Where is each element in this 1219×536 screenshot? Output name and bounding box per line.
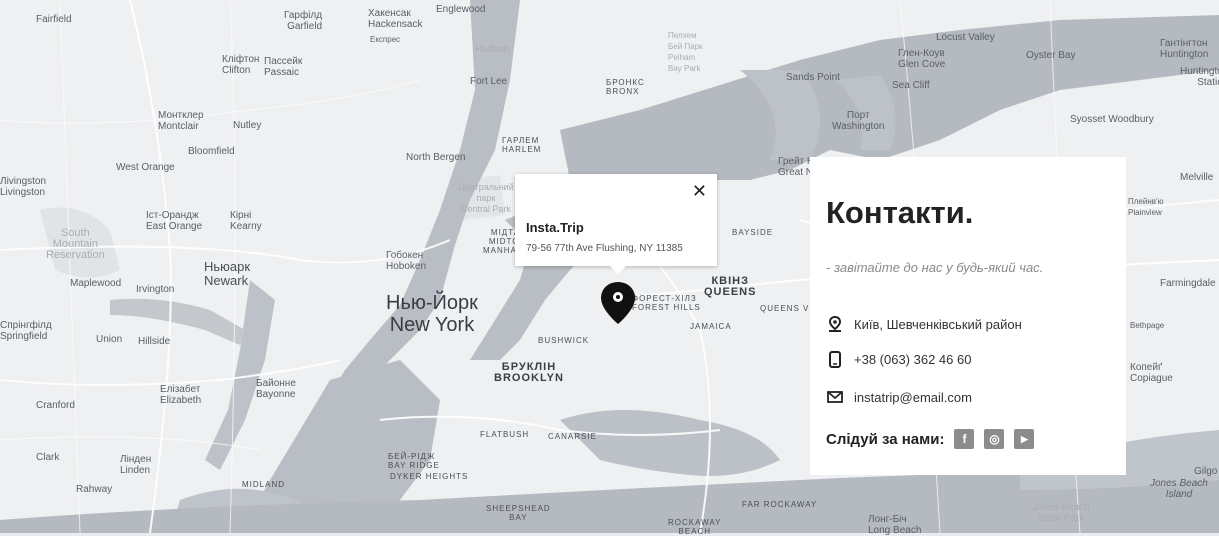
- social-links: Слідуй за нами: f ◎ ▶: [826, 429, 1044, 449]
- map-label-flatbush: FLATBUSH: [480, 430, 530, 439]
- map-label-fairfield: Fairfield: [36, 14, 72, 25]
- map-label-clark: Clark: [36, 452, 60, 463]
- location-popup: ✕ Insta.Trip 79-56 77th Ave Flushing, NY…: [515, 174, 717, 274]
- map-label-bay-ridge: БЕЙ-РІДЖ BAY RIDGE: [388, 452, 440, 470]
- follow-label: Слідуй за нами:: [826, 430, 945, 448]
- map-label-port-washington: Порт Washington: [832, 110, 885, 132]
- map-label-newark: Ньюарк Newark: [204, 259, 251, 288]
- map-label-rahway: Rahway: [76, 484, 113, 495]
- map-label-jamaica: JAMAICA: [690, 322, 732, 331]
- map-label-sheepshead: SHEEPSHEAD BAY: [486, 504, 551, 522]
- map-label-hudson: Hudson: [475, 44, 510, 55]
- mail-icon: [826, 388, 844, 406]
- map-label-oyster-bay: Oyster Bay: [1026, 50, 1076, 61]
- contact-location: Київ, Шевченківський район: [826, 313, 1022, 335]
- map-label-canarsie: CANARSIE: [548, 432, 597, 441]
- map-label-bethpage: Bethpage: [1130, 321, 1165, 330]
- map-label-pelham: Пелхем Бей Парк Pelham Bay Park: [668, 31, 703, 73]
- contact-phone[interactable]: +38 (063) 362 46 60: [826, 348, 971, 370]
- map-label-montclair: Монтклер Montclair: [158, 110, 204, 132]
- map-label-linden: Лінден Linden: [120, 454, 152, 476]
- map-label-hoboken: Гобокен Hoboken: [386, 250, 427, 272]
- map-label-livingston: Ліvіngston Livingston: [0, 176, 47, 198]
- map-label-sea-cliff: Sea Cliff: [892, 80, 930, 91]
- map-pin-icon[interactable]: [598, 280, 638, 326]
- map-label-central-park: Центральний парк Central Park: [458, 182, 514, 214]
- phone-icon: [826, 350, 844, 368]
- contact-email-text[interactable]: instatrip@email.com: [854, 390, 972, 405]
- map-label-passaic: Пассейк Passaic: [264, 56, 303, 78]
- map-label-huntington-station: Huntington Station: [1180, 66, 1219, 88]
- map-label-melville: Melville: [1180, 172, 1214, 183]
- map-label-nutley: Nutley: [233, 120, 262, 131]
- map-label-hackensack: Хакенсак Hackensack: [368, 8, 423, 30]
- map-label-copiague: Копейґ Copiague: [1130, 362, 1173, 384]
- map-label-express: Експрес: [370, 35, 401, 44]
- map-label-midland: MIDLAND: [242, 480, 286, 489]
- map-label-farmingdale: Farmingdale: [1160, 278, 1216, 289]
- map-label-springfield: Спрінгфілд Springfield: [0, 320, 52, 342]
- map-label-bayonne: Байонне Bayonne: [256, 378, 296, 400]
- map-label-bushwick: BUSHWICK: [538, 336, 590, 345]
- map-label-new-york: Нью-Йорк New York: [386, 292, 478, 336]
- youtube-icon[interactable]: ▶: [1014, 429, 1035, 449]
- map-label-forest-hills: ФОРЕСТ-ХІЛЗ FOREST HILLS: [632, 294, 701, 312]
- map-label-brooklyn: БРУКЛІН BROOKLYN: [494, 361, 564, 384]
- map-label-jones-state: Jones Beach State Park: [1032, 502, 1090, 524]
- map-label-gilgo: Gilgo: [1194, 466, 1218, 477]
- map-label-glen-cove: Глен-Коув Glen Cove: [898, 48, 946, 70]
- map-label-plainview: Плейнв'ю Plainview: [1128, 197, 1164, 217]
- map-label-locust-valley: Locust Valley: [936, 32, 995, 43]
- contact-location-text: Київ, Шевченківський район: [854, 316, 1022, 332]
- map-label-huntington: Гантінгтон Huntington: [1160, 38, 1209, 60]
- map-label-jones-beach: Jones Beach Island: [1150, 478, 1208, 500]
- map-label-garfield: Гарфілд Garfield: [284, 10, 323, 32]
- map-label-east-orange: Іст-Орандж East Orange: [146, 210, 203, 232]
- map-label-south-mountain: South Mountain Reservation: [46, 227, 105, 261]
- map-label-north-bergen: North Bergen: [406, 152, 466, 163]
- contacts-card: Контакти. - завітайте до нас у будь-який…: [810, 157, 1126, 475]
- popup-title: Insta.Trip: [526, 220, 584, 235]
- map-label-cranford: Cranford: [36, 400, 75, 411]
- map-label-hillside: Hillside: [138, 336, 171, 347]
- location-icon: [826, 315, 844, 333]
- facebook-icon[interactable]: f: [954, 429, 975, 449]
- map-label-harlem: ГАРЛЕМ HARLEM: [502, 136, 542, 154]
- map-label-sands-point: Sands Point: [786, 72, 840, 83]
- map-label-far-rockaway: FAR ROCKAWAY: [742, 500, 818, 509]
- map-label-bayside: BAYSIDE: [732, 228, 774, 237]
- map-label-rockaway: ROCKAWAY BEACH: [668, 518, 722, 536]
- map-label-queens: КВІНЗ QUEENS: [704, 275, 757, 298]
- popup-address: 79-56 77th Ave Flushing, NY 11385: [526, 243, 683, 254]
- map-label-irvington: Irvington: [136, 284, 175, 295]
- map-label-elizabeth: Елізабет Elizabeth: [160, 384, 202, 406]
- contact-phone-text[interactable]: +38 (063) 362 46 60: [854, 352, 971, 367]
- contacts-title: Контакти.: [826, 195, 974, 230]
- map-label-syosset: Syosset Woodbury: [1070, 114, 1154, 125]
- map-label-kearny: Кірні Kearny: [230, 210, 262, 232]
- map-label-maplewood: Maplewood: [70, 278, 122, 289]
- map-label-fort-lee: Fort Lee: [470, 76, 508, 87]
- map-label-union: Union: [96, 334, 123, 345]
- map-label-dyker: DYKER HEIGHTS: [390, 472, 469, 481]
- map-label-bloomfield: Bloomfield: [188, 146, 235, 157]
- close-icon[interactable]: ✕: [692, 182, 707, 200]
- contacts-subtitle: - завітайте до нас у будь-який час.: [826, 260, 1044, 275]
- map-label-englewood: Englewood: [436, 4, 486, 15]
- contact-email[interactable]: instatrip@email.com: [826, 386, 972, 408]
- map-label-clifton: Кліфтон Clifton: [222, 54, 260, 76]
- instagram-icon[interactable]: ◎: [984, 429, 1005, 449]
- map-label-bronx: БРОНКС BRONX: [606, 78, 645, 96]
- map-label-west-orange: West Orange: [116, 162, 175, 173]
